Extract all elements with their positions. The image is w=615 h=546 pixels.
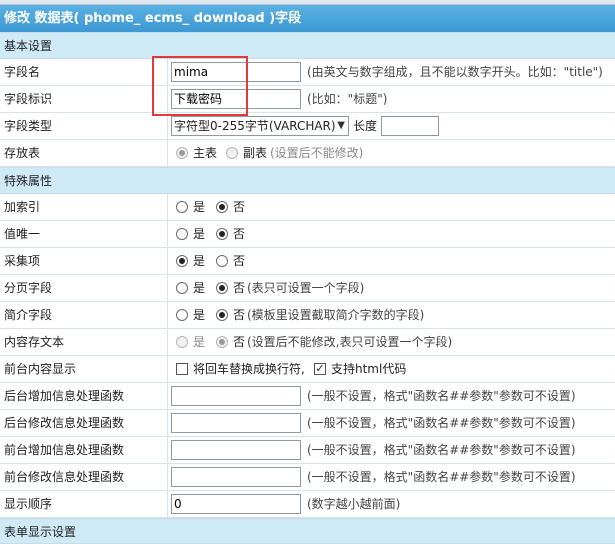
chevron-down-icon: ▼: [337, 120, 345, 131]
content-file-yes-radio[interactable]: [176, 336, 188, 348]
row-front-edit-func: 前台修改信息处理函数 (一般不设置，格式"函数名##参数"参数可不设置): [0, 464, 615, 491]
page-title: 修改 数据表( phome_ ecms_ download )字段: [0, 5, 615, 32]
intro-yes-radio[interactable]: [176, 309, 188, 321]
unique-yes-radio[interactable]: [176, 228, 188, 240]
store-main-radio[interactable]: [176, 147, 188, 159]
checkmark-icon: ✓: [315, 362, 325, 375]
content-file-yes-label: 是: [193, 335, 206, 349]
row-front-add-func: 前台增加信息处理函数 (一般不设置，格式"函数名##参数"参数可不设置): [0, 437, 615, 464]
html-checkbox[interactable]: ✓: [314, 363, 326, 375]
intro-no-label: 否: [233, 308, 246, 322]
front-add-func-input[interactable]: [171, 440, 301, 460]
row-page-field: 分页字段 是 否 (表只可设置一个字段): [0, 275, 615, 302]
front-display-label: 前台内容显示: [0, 356, 168, 382]
page-field-no-radio[interactable]: [216, 282, 228, 294]
collect-yes-radio[interactable]: [176, 255, 188, 267]
content-file-note: (设置后不能修改,表只可设置一个字段): [247, 335, 453, 349]
row-field-type: 字段类型 字符型0-255字节(VARCHAR) ▼ 长度: [0, 113, 615, 140]
newline-checkbox[interactable]: [176, 363, 188, 375]
intro-field-label: 简介字段: [0, 302, 168, 328]
section-special: 特殊属性: [0, 167, 615, 194]
collect-label: 采集项: [0, 248, 168, 274]
content-file-no-radio[interactable]: [216, 336, 228, 348]
store-table-note: (设置后不能修改): [270, 146, 364, 160]
index-no-radio[interactable]: [216, 201, 228, 213]
page-field-no-label: 否: [233, 281, 246, 295]
page-field-note: (表只可设置一个字段): [247, 281, 365, 295]
page-field-label: 分页字段: [0, 275, 168, 301]
field-type-selected: 字符型0-255字节(VARCHAR): [174, 119, 336, 133]
page-field-yes-radio[interactable]: [176, 282, 188, 294]
page-field-yes-label: 是: [193, 281, 206, 295]
field-title-label: 字段标识: [0, 86, 168, 112]
back-edit-func-label: 后台修改信息处理函数: [0, 410, 168, 436]
store-table-label: 存放表: [0, 140, 168, 166]
row-store-table: 存放表 主表 副表 (设置后不能修改): [0, 140, 615, 167]
content-file-no-label: 否: [233, 335, 246, 349]
row-intro-field: 简介字段 是 否 (模板里设置截取简介字数的字段): [0, 302, 615, 329]
front-add-func-note: (一般不设置，格式"函数名##参数"参数可不设置): [307, 443, 576, 457]
store-sub-radio[interactable]: [226, 147, 238, 159]
field-title-input[interactable]: 下载密码: [171, 89, 301, 109]
front-edit-func-note: (一般不设置，格式"函数名##参数"参数可不设置): [307, 470, 576, 484]
row-front-display: 前台内容显示 将回车替换成换行符, ✓ 支持html代码: [0, 356, 615, 383]
back-edit-func-note: (一般不设置，格式"函数名##参数"参数可不设置): [307, 416, 576, 430]
field-type-label: 字段类型: [0, 113, 168, 139]
collect-no-label: 否: [233, 254, 246, 268]
order-input[interactable]: 0: [171, 494, 301, 514]
intro-no-radio[interactable]: [216, 309, 228, 321]
row-index: 加索引 是 否: [0, 194, 615, 221]
back-add-func-label: 后台增加信息处理函数: [0, 383, 168, 409]
row-unique: 值唯一 是 否: [0, 221, 615, 248]
field-type-select[interactable]: 字符型0-255字节(VARCHAR) ▼: [171, 116, 349, 136]
row-field-name: 字段名 mima (由英文与数字组成，且不能以数字开头。比如："title"): [0, 59, 615, 86]
field-name-label: 字段名: [0, 59, 168, 85]
index-label: 加索引: [0, 194, 168, 220]
unique-yes-label: 是: [193, 227, 206, 241]
row-back-add-func: 后台增加信息处理函数 (一般不设置，格式"函数名##参数"参数可不设置): [0, 383, 615, 410]
index-yes-radio[interactable]: [176, 201, 188, 213]
unique-no-label: 否: [233, 227, 246, 241]
order-label: 显示顺序: [0, 491, 168, 517]
field-name-note: (由英文与数字组成，且不能以数字开头。比如："title"): [307, 65, 603, 79]
row-back-edit-func: 后台修改信息处理函数 (一般不设置，格式"函数名##参数"参数可不设置): [0, 410, 615, 437]
row-content-file: 内容存文本 是 否 (设置后不能修改,表只可设置一个字段): [0, 329, 615, 356]
unique-no-radio[interactable]: [216, 228, 228, 240]
content-file-label: 内容存文本: [0, 329, 168, 355]
index-yes-label: 是: [193, 200, 206, 214]
store-main-label: 主表: [193, 146, 218, 160]
row-field-title: 字段标识 下载密码 (比如："标题"): [0, 86, 615, 113]
section-basic: 基本设置: [0, 32, 615, 59]
length-input[interactable]: [381, 116, 439, 136]
unique-label: 值唯一: [0, 221, 168, 247]
back-add-func-input[interactable]: [171, 386, 301, 406]
collect-no-radio[interactable]: [216, 255, 228, 267]
field-title-note: (比如："标题"): [307, 92, 388, 106]
front-edit-func-label: 前台修改信息处理函数: [0, 464, 168, 490]
index-no-label: 否: [233, 200, 246, 214]
order-note: (数字越小越前面): [307, 497, 401, 511]
back-add-func-note: (一般不设置，格式"函数名##参数"参数可不设置): [307, 389, 576, 403]
html-label: 支持html代码: [331, 362, 407, 376]
intro-yes-label: 是: [193, 308, 206, 322]
store-sub-label: 副表: [243, 146, 268, 160]
section-form: 表单显示设置: [0, 518, 615, 544]
intro-field-note: (模板里设置截取简介字数的字段): [247, 308, 425, 322]
back-edit-func-input[interactable]: [171, 413, 301, 433]
field-name-input[interactable]: mima: [171, 62, 301, 82]
front-edit-func-input[interactable]: [171, 467, 301, 487]
row-collect: 采集项 是 否: [0, 248, 615, 275]
row-order: 显示顺序 0 (数字越小越前面): [0, 491, 615, 518]
front-add-func-label: 前台增加信息处理函数: [0, 437, 168, 463]
length-label: 长度: [353, 119, 378, 133]
collect-yes-label: 是: [193, 254, 206, 268]
newline-label: 将回车替换成换行符,: [193, 362, 305, 376]
